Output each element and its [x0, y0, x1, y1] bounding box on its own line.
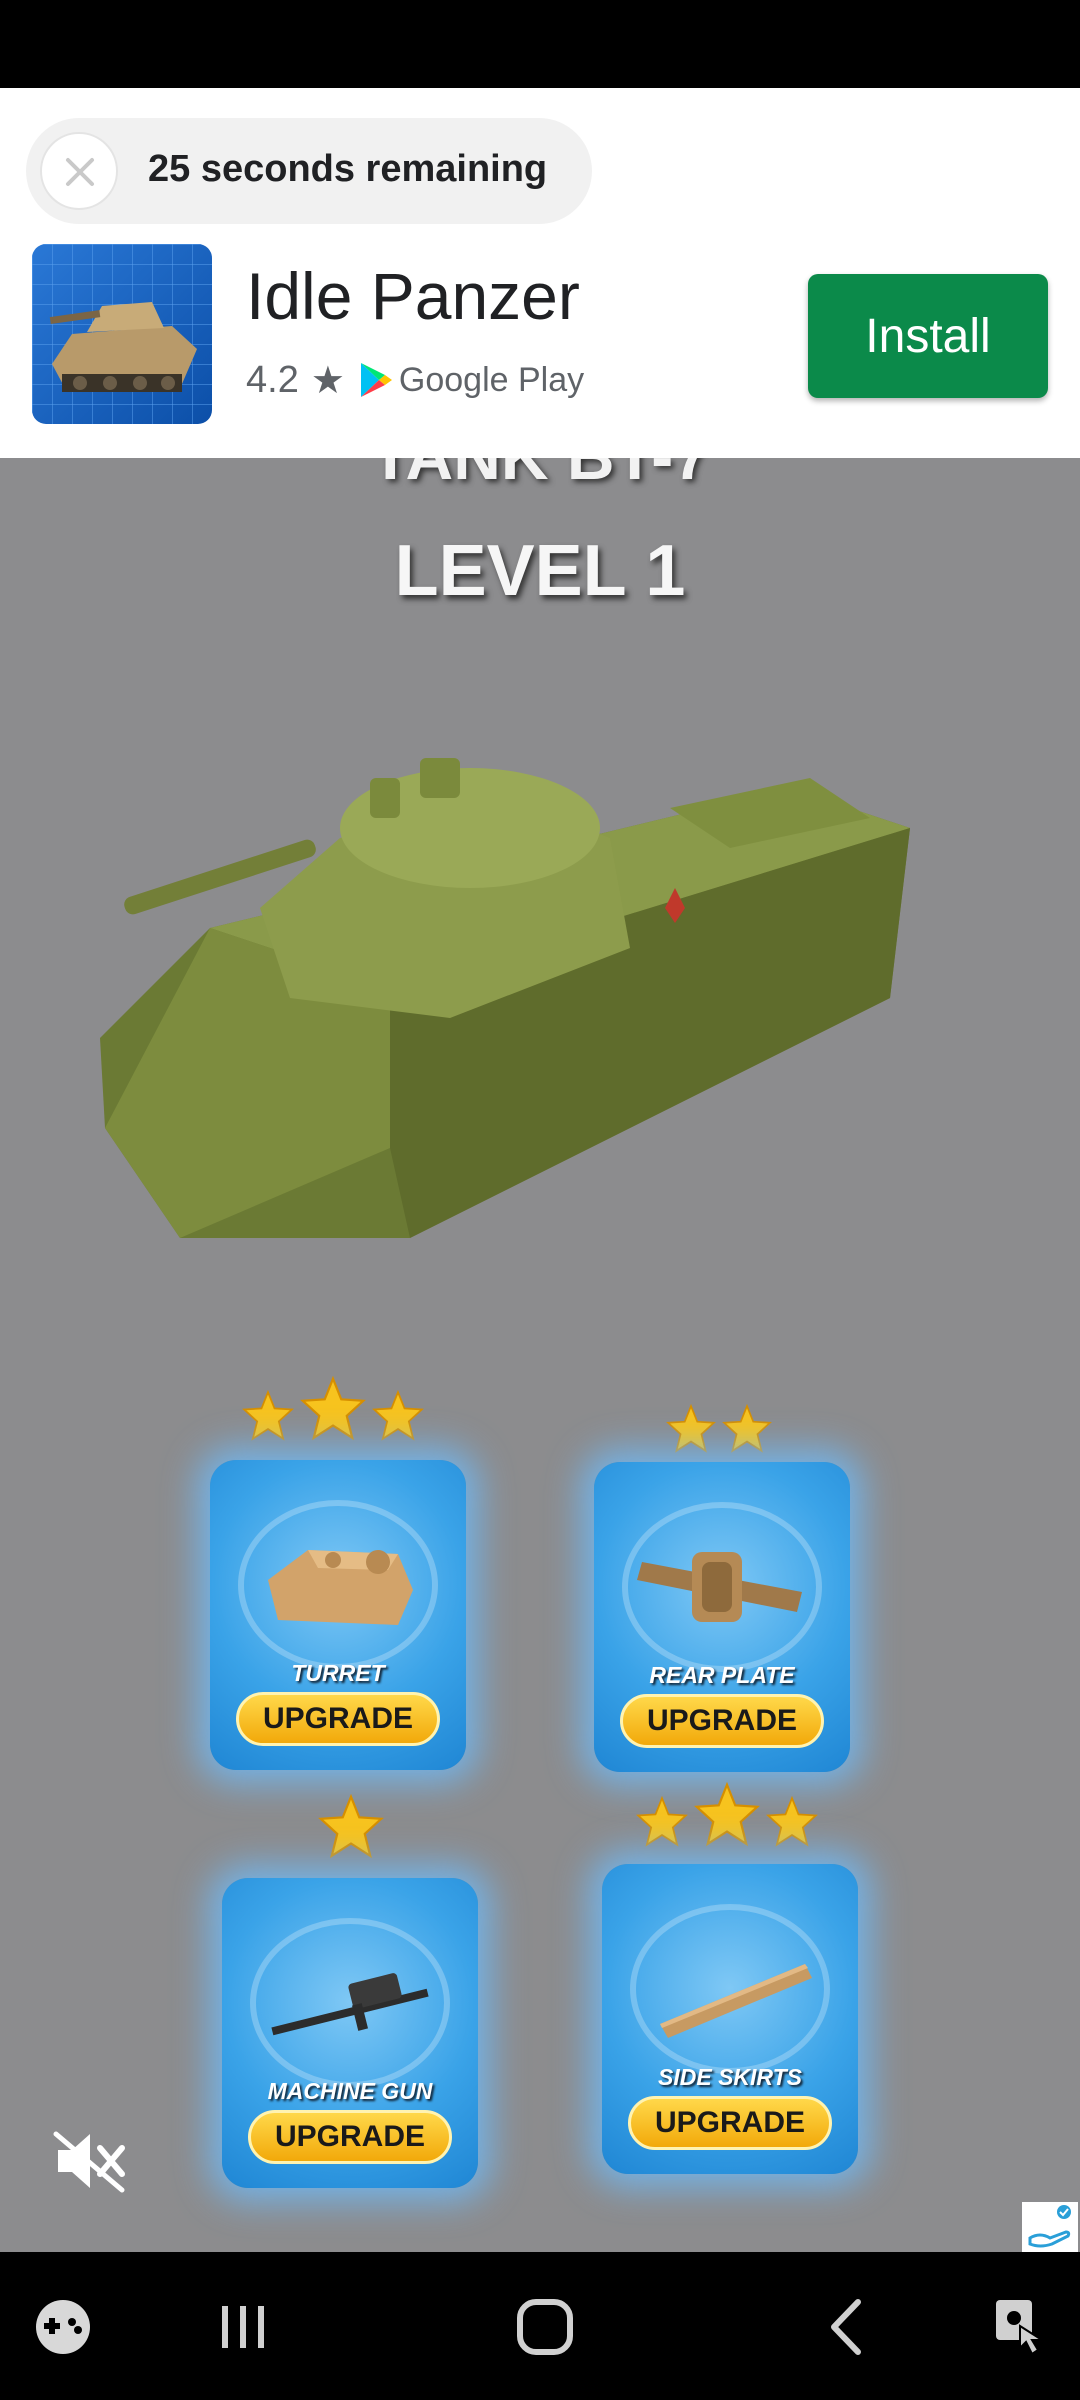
google-play-icon	[360, 363, 392, 397]
star-icon	[372, 1390, 424, 1441]
rear-plate-stars	[666, 1404, 772, 1454]
side-skirts-image	[660, 1964, 812, 2038]
part-card-rear-plate[interactable]: REAR PLATE UPGRADE	[594, 1462, 850, 1772]
navigation-bar	[0, 2252, 1080, 2400]
star-icon	[666, 1404, 716, 1453]
star-icon	[300, 1376, 366, 1441]
part-label: MACHINE GUN	[267, 2078, 433, 2104]
install-button[interactable]: Install	[808, 274, 1048, 398]
recents-icon[interactable]	[208, 2292, 278, 2362]
tank-name: TANK BT-7	[0, 458, 1080, 494]
status-bar	[0, 0, 1080, 88]
ad-choices-icon[interactable]	[1022, 2202, 1078, 2252]
star-icon: ★	[310, 359, 345, 402]
upgrade-button[interactable]: UPGRADE	[248, 2110, 452, 2164]
game-launcher-icon[interactable]	[28, 2292, 98, 2362]
ad-banner[interactable]: 25 seconds remaining Idle Panzer 4.2 ★ G…	[0, 88, 1080, 458]
rating-value: 4.2	[246, 358, 299, 401]
machine-gun-image	[271, 1973, 429, 2036]
game-area[interactable]: TANK BT-7 LEVEL 1 TURRET UPGRADE	[0, 458, 1080, 2252]
upgrade-button[interactable]: UPGRADE	[628, 2096, 832, 2150]
side-skirts-stars	[636, 1782, 818, 1848]
home-icon[interactable]	[510, 2292, 580, 2362]
rear-plate-image	[637, 1552, 802, 1622]
back-icon[interactable]	[812, 2292, 882, 2362]
store-name: Google Play	[398, 360, 585, 399]
part-card-side-skirts[interactable]: SIDE SKIRTS UPGRADE	[602, 1864, 858, 2174]
accessibility-icon[interactable]	[986, 2292, 1056, 2362]
app-name[interactable]: Idle Panzer	[246, 258, 580, 334]
mute-icon[interactable]	[52, 2128, 128, 2194]
countdown-text: 25 seconds remaining	[148, 148, 548, 190]
part-card-machine-gun[interactable]: MACHINE GUN UPGRADE	[222, 1878, 478, 2188]
turret-stars	[242, 1376, 424, 1442]
star-icon	[318, 1794, 384, 1859]
upgrade-button[interactable]: UPGRADE	[236, 1692, 440, 1746]
star-icon	[242, 1390, 294, 1441]
part-card-turret[interactable]: TURRET UPGRADE	[210, 1460, 466, 1770]
close-icon[interactable]	[40, 132, 118, 210]
rating-row: 4.2 ★ Google Play	[246, 356, 584, 404]
upgrade-button[interactable]: UPGRADE	[620, 1694, 824, 1748]
part-label: REAR PLATE	[649, 1662, 795, 1688]
star-icon	[722, 1404, 772, 1453]
app-icon[interactable]	[32, 244, 212, 424]
star-icon	[694, 1782, 760, 1847]
tank-image	[100, 758, 910, 1238]
part-label: SIDE SKIRTS	[658, 2064, 802, 2090]
level-label: LEVEL 1	[394, 531, 686, 611]
star-icon	[636, 1796, 688, 1847]
machine-gun-stars	[318, 1794, 384, 1860]
turret-image	[268, 1550, 413, 1625]
part-label: TURRET	[291, 1660, 385, 1686]
star-icon	[766, 1796, 818, 1847]
countdown-pill: 25 seconds remaining	[26, 118, 592, 224]
